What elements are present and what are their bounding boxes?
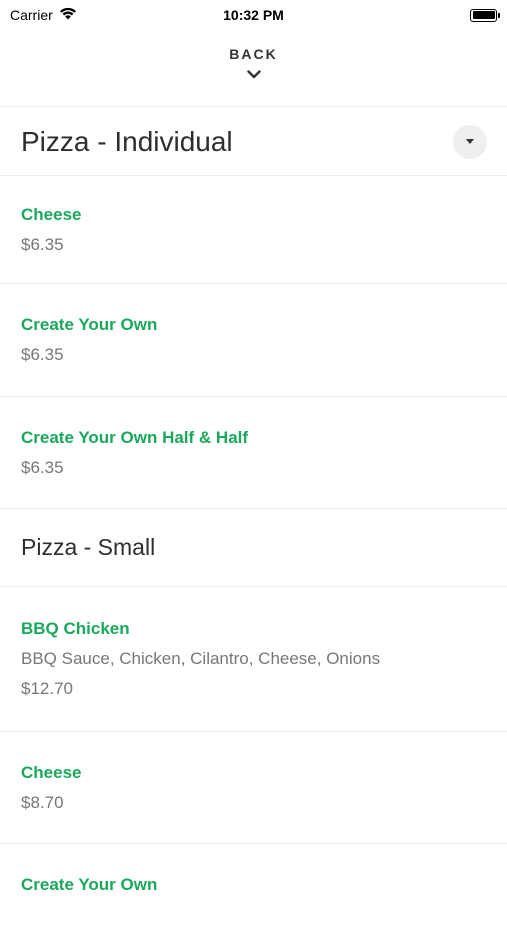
- menu-list: Pizza - Individual Cheese $6.35 Create Y…: [0, 108, 507, 934]
- item-price: $6.35: [21, 457, 64, 477]
- status-bar: Carrier 10:32 PM: [0, 0, 507, 30]
- menu-item-bbq-chicken[interactable]: BBQ Chicken BBQ Sauce, Chicken, Cilantro…: [0, 587, 507, 732]
- item-price: $12.70: [21, 679, 73, 698]
- item-name: Create Your Own: [21, 875, 158, 894]
- item-price: $6.35: [21, 345, 64, 364]
- carrier-label: Carrier: [10, 7, 53, 23]
- item-description: BBQ Sauce, Chicken, Cilantro, Cheese, On…: [21, 649, 381, 668]
- item-name: Cheese: [21, 204, 82, 224]
- back-button[interactable]: BACK: [0, 30, 507, 107]
- status-left: Carrier: [10, 7, 77, 23]
- caret-down-icon: [466, 139, 474, 144]
- item-price: $8.70: [21, 792, 64, 812]
- section-dropdown-button[interactable]: [453, 124, 487, 159]
- item-name: Cheese: [21, 762, 82, 782]
- chevron-down-icon: [246, 66, 261, 84]
- section-title: Pizza - Individual: [21, 125, 233, 157]
- menu-item-create-your-own-small[interactable]: Create Your Own: [0, 844, 507, 934]
- item-name: Create Your Own: [21, 315, 158, 334]
- item-price: $6.35: [21, 234, 64, 254]
- section-header-pizza-individual: Pizza - Individual: [0, 108, 507, 176]
- battery-icon: [470, 8, 500, 22]
- back-label: BACK: [229, 46, 278, 62]
- item-name: BBQ Chicken: [21, 619, 130, 638]
- item-name: Create Your Own Half & Half: [21, 427, 249, 447]
- menu-item-create-your-own[interactable]: Create Your Own $6.35: [0, 284, 507, 397]
- menu-item-cheese[interactable]: Cheese $6.35: [0, 176, 507, 284]
- wifi-icon: [59, 7, 77, 23]
- menu-item-cheese-small[interactable]: Cheese $8.70: [0, 732, 507, 844]
- section-header-pizza-small: Pizza - Small: [0, 509, 507, 587]
- section-title: Pizza - Small: [21, 534, 156, 560]
- menu-item-create-your-own-half-half[interactable]: Create Your Own Half & Half $6.35: [0, 397, 507, 509]
